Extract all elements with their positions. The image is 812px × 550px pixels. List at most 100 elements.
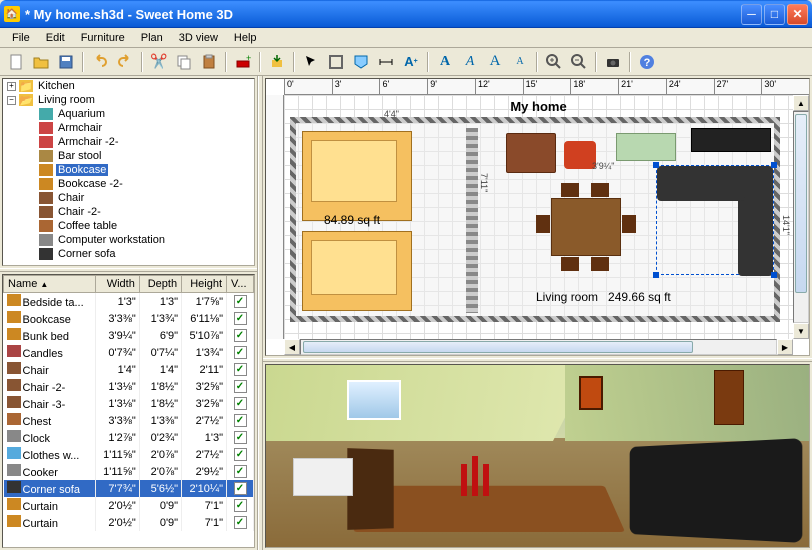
- tree-item[interactable]: Aquarium: [3, 107, 254, 121]
- add-furniture-icon[interactable]: +: [231, 50, 255, 74]
- cell-depth: 0'7¼": [139, 344, 181, 361]
- visibility-checkbox[interactable]: ✓: [234, 516, 247, 529]
- menu-help[interactable]: Help: [226, 30, 265, 46]
- tree-item[interactable]: Computer workstation: [3, 233, 254, 247]
- menu-furniture[interactable]: Furniture: [73, 30, 133, 46]
- tree-item[interactable]: Coffee table: [3, 219, 254, 233]
- table-row[interactable]: Chair -2- 1'3⅛" 1'8½" 3'2⅝" ✓: [4, 378, 254, 395]
- save-icon[interactable]: [54, 50, 78, 74]
- plan-view[interactable]: 0'3'6'9'12'15'18'21'24'27'30' My home 84…: [265, 78, 810, 356]
- scroll-down-icon[interactable]: ▼: [793, 323, 809, 339]
- col-visible[interactable]: V...: [227, 276, 254, 293]
- visibility-checkbox[interactable]: ✓: [234, 346, 247, 359]
- tree-item[interactable]: Armchair: [3, 121, 254, 135]
- cell-height: 2'9½": [182, 463, 227, 480]
- tree-item[interactable]: Chair: [3, 191, 254, 205]
- visibility-checkbox[interactable]: ✓: [234, 397, 247, 410]
- table-row[interactable]: Curtain 2'0½" 0'9" 7'1" ✓: [4, 497, 254, 514]
- visibility-checkbox[interactable]: ✓: [234, 312, 247, 325]
- create-walls-icon[interactable]: [324, 50, 348, 74]
- cell-height: 7'1": [182, 514, 227, 531]
- zoom-out-icon[interactable]: [567, 50, 591, 74]
- tree-item[interactable]: Corner sofa: [3, 247, 254, 261]
- visibility-checkbox[interactable]: ✓: [234, 329, 247, 342]
- decrease-text-icon[interactable]: A: [508, 50, 532, 74]
- tree-category-livingroom[interactable]: Living room: [36, 94, 97, 106]
- scroll-up-icon[interactable]: ▲: [793, 95, 809, 111]
- table-row[interactable]: Bedside ta... 1'3" 1'3" 1'7⅝" ✓: [4, 293, 254, 311]
- create-dimension-icon[interactable]: [374, 50, 398, 74]
- table-row[interactable]: Chest 3'3⅜" 1'3⅜" 2'7½" ✓: [4, 412, 254, 429]
- furniture-table[interactable]: Name ▲ Width Depth Height V... Bedside t…: [2, 274, 255, 548]
- table-row[interactable]: Chair -3- 1'3⅛" 1'8½" 3'2⅝" ✓: [4, 395, 254, 412]
- tree-category-kitchen[interactable]: Kitchen: [36, 80, 77, 92]
- vertical-scrollbar[interactable]: ▲ ▼: [793, 95, 809, 339]
- menu-plan[interactable]: Plan: [133, 30, 171, 46]
- plan-canvas[interactable]: My home 84.89 sq ft: [284, 95, 793, 339]
- visibility-checkbox[interactable]: ✓: [234, 431, 247, 444]
- col-width[interactable]: Width: [96, 276, 140, 293]
- create-room-icon[interactable]: [349, 50, 373, 74]
- 3d-view[interactable]: [265, 364, 810, 548]
- table-row[interactable]: Bunk bed 3'9¼" 6'9" 5'10⅞" ✓: [4, 327, 254, 344]
- menu-file[interactable]: File: [4, 30, 38, 46]
- minimize-button[interactable]: ─: [741, 4, 762, 25]
- select-tool-icon[interactable]: [299, 50, 323, 74]
- table-row[interactable]: Curtain 2'0½" 0'9" 7'1" ✓: [4, 514, 254, 531]
- zoom-in-icon[interactable]: [542, 50, 566, 74]
- table-row[interactable]: Clothes w... 1'11⅝" 2'0⅞" 2'7½" ✓: [4, 446, 254, 463]
- table-row[interactable]: Cooker 1'11⅝" 2'0⅞" 2'9½" ✓: [4, 463, 254, 480]
- visibility-checkbox[interactable]: ✓: [234, 448, 247, 461]
- col-name[interactable]: Name ▲: [4, 276, 96, 293]
- scroll-right-icon[interactable]: ▶: [777, 339, 793, 355]
- visibility-checkbox[interactable]: ✓: [234, 499, 247, 512]
- table-row[interactable]: Chair 1'4" 1'4" 2'11" ✓: [4, 361, 254, 378]
- horizontal-splitter[interactable]: [263, 358, 812, 362]
- visibility-checkbox[interactable]: ✓: [234, 465, 247, 478]
- visibility-checkbox[interactable]: ✓: [234, 482, 247, 495]
- table-row[interactable]: Bookcase 3'3⅜" 1'3¾" 6'11⅛" ✓: [4, 310, 254, 327]
- import-furniture-icon[interactable]: [265, 50, 289, 74]
- new-file-icon[interactable]: [4, 50, 28, 74]
- furniture-catalog-tree[interactable]: +📁Kitchen −📂Living room AquariumArmchair…: [2, 78, 255, 266]
- cell-depth: 2'0⅞": [139, 446, 181, 463]
- maximize-button[interactable]: □: [764, 4, 785, 25]
- expander-icon[interactable]: −: [7, 96, 16, 105]
- menu-edit[interactable]: Edit: [38, 30, 73, 46]
- cell-name: Bunk bed: [23, 331, 69, 343]
- close-button[interactable]: ✕: [787, 4, 808, 25]
- visibility-checkbox[interactable]: ✓: [234, 363, 247, 376]
- horizontal-splitter[interactable]: [0, 268, 257, 272]
- table-row[interactable]: Corner sofa 7'7¾" 5'6½" 2'10¼" ✓: [4, 480, 254, 497]
- col-height[interactable]: Height: [182, 276, 227, 293]
- help-icon[interactable]: ?: [635, 50, 659, 74]
- visibility-checkbox[interactable]: ✓: [234, 295, 247, 308]
- col-depth[interactable]: Depth: [139, 276, 181, 293]
- tree-item[interactable]: Bar stool: [3, 149, 254, 163]
- cut-icon[interactable]: ✂️: [147, 50, 171, 74]
- increase-text-icon[interactable]: A: [483, 50, 507, 74]
- tree-item[interactable]: Chair -2-: [3, 205, 254, 219]
- dimension-label: 7'11": [479, 173, 489, 192]
- camera-icon[interactable]: [601, 50, 625, 74]
- undo-icon[interactable]: [88, 50, 112, 74]
- scroll-left-icon[interactable]: ◀: [284, 339, 300, 355]
- paste-icon[interactable]: [197, 50, 221, 74]
- table-row[interactable]: Clock 1'2⅞" 0'2¾" 1'3" ✓: [4, 429, 254, 446]
- cell-name: Curtain: [23, 518, 58, 530]
- menu-3dview[interactable]: 3D view: [171, 30, 226, 46]
- tree-item[interactable]: Armchair -2-: [3, 135, 254, 149]
- visibility-checkbox[interactable]: ✓: [234, 380, 247, 393]
- create-text-icon[interactable]: A+: [399, 50, 423, 74]
- tree-item[interactable]: Bookcase -2-: [3, 177, 254, 191]
- visibility-checkbox[interactable]: ✓: [234, 414, 247, 427]
- horizontal-scrollbar[interactable]: ◀ ▶: [284, 339, 793, 355]
- text-bold-icon[interactable]: A: [433, 50, 457, 74]
- tree-item[interactable]: Bookcase: [3, 163, 254, 177]
- redo-icon[interactable]: [113, 50, 137, 74]
- table-row[interactable]: Candles 0'7¾" 0'7¼" 1'3¾" ✓: [4, 344, 254, 361]
- open-file-icon[interactable]: [29, 50, 53, 74]
- expander-icon[interactable]: +: [7, 82, 16, 91]
- text-italic-icon[interactable]: A: [458, 50, 482, 74]
- copy-icon[interactable]: [172, 50, 196, 74]
